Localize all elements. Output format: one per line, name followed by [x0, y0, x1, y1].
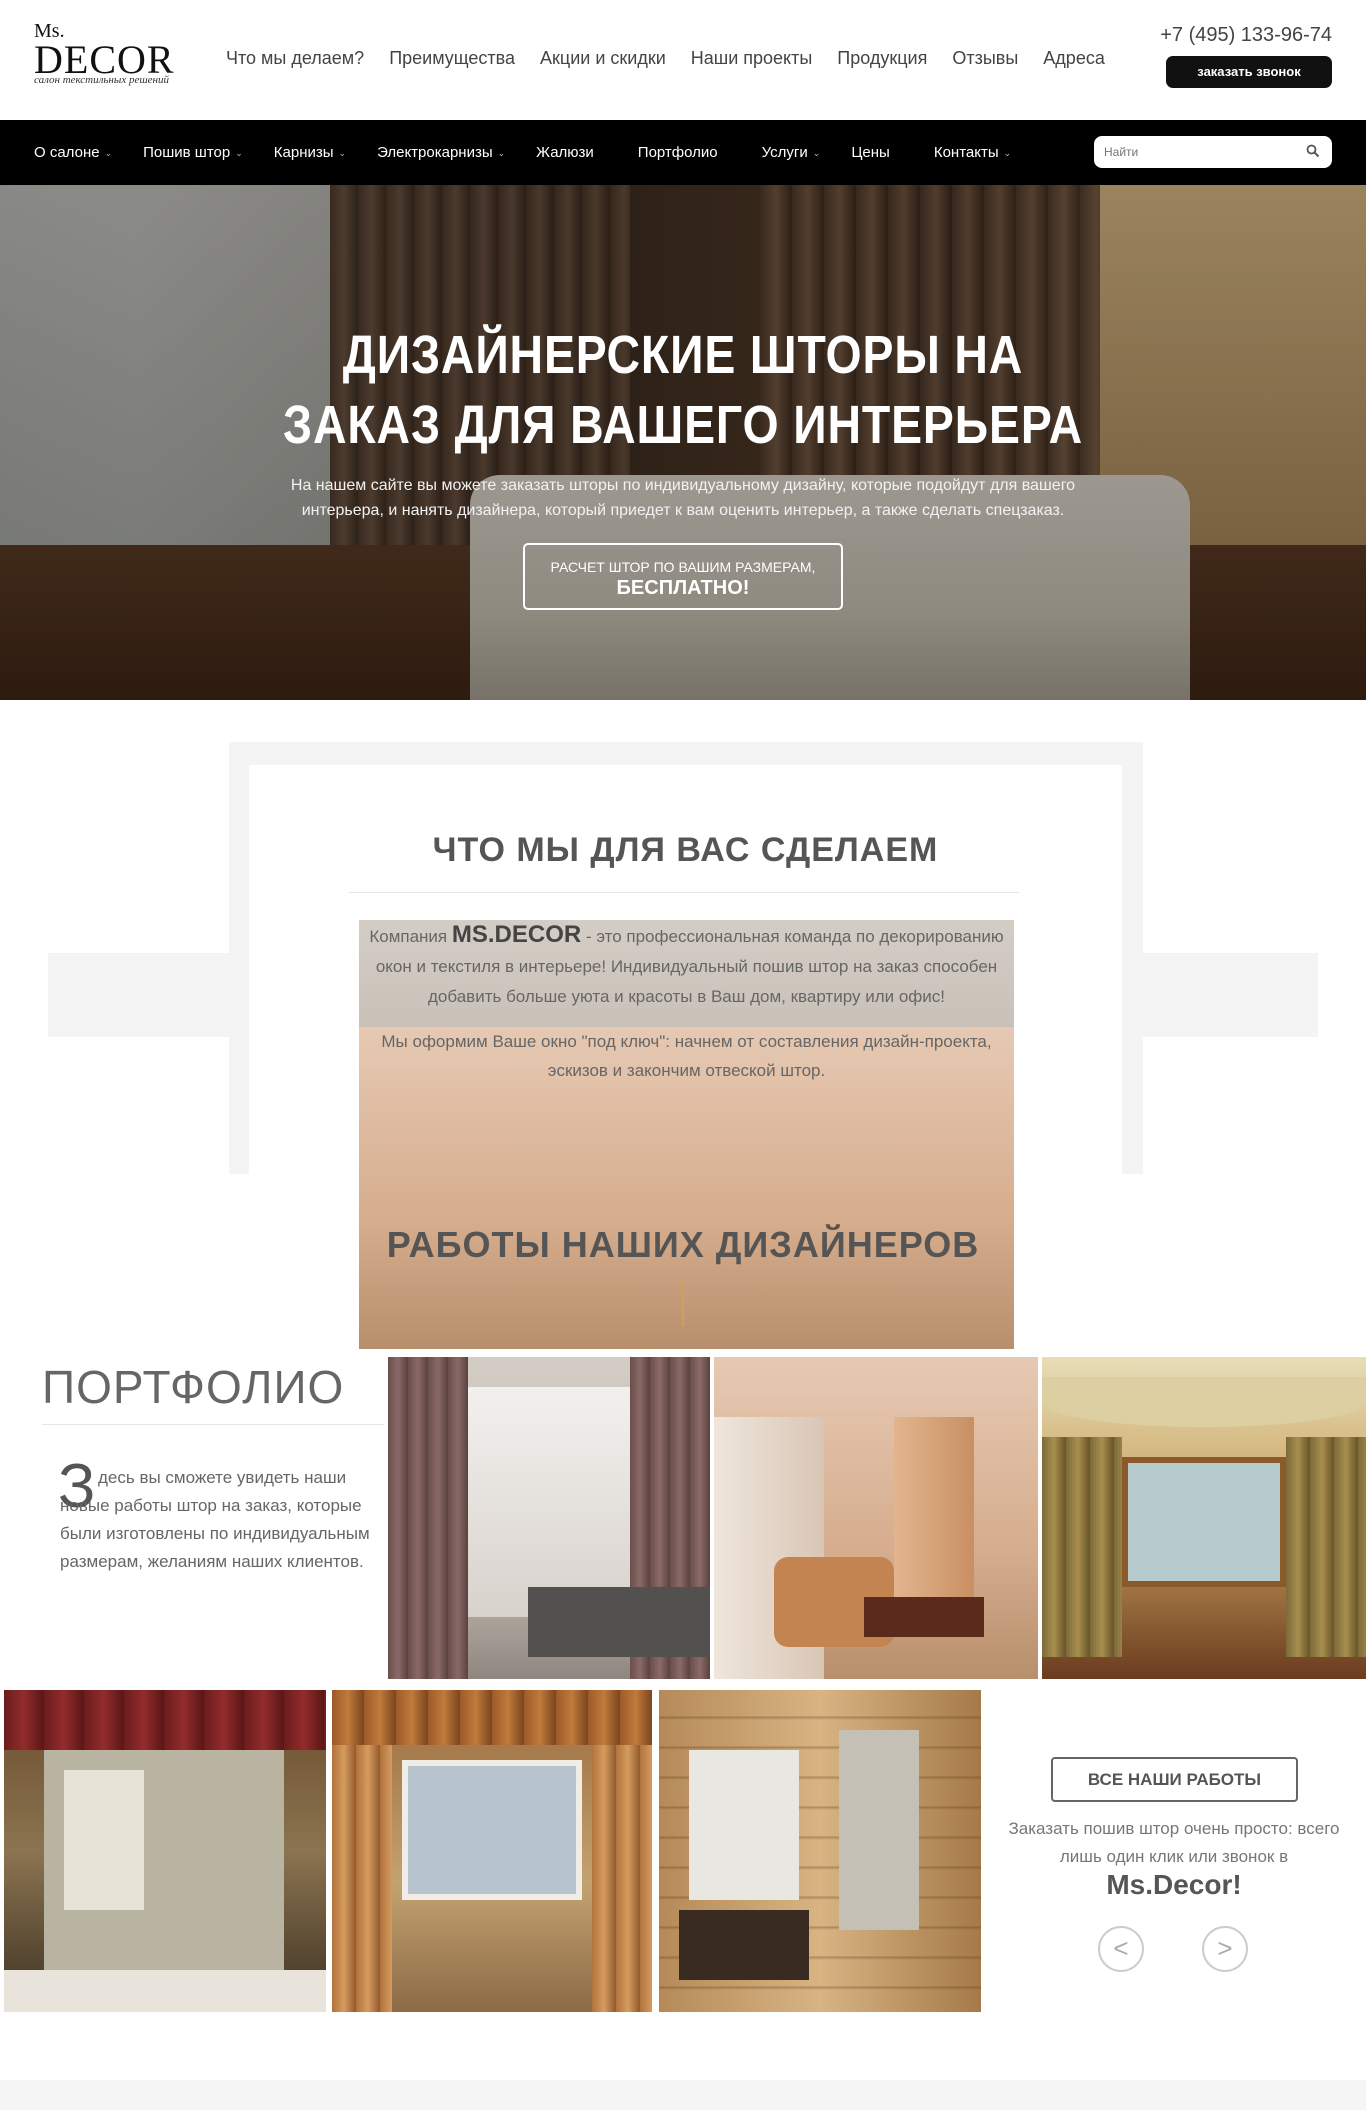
turnkey-description: Мы оформим Ваше окно "под ключ": начнем … [359, 1027, 1014, 1349]
top-nav-promos[interactable]: Акции и скидки [540, 48, 666, 69]
portfolio-title: ПОРТФОЛИО [42, 1361, 345, 1413]
search-input[interactable] [1104, 142, 1294, 162]
nav-item-contacts[interactable]: Контакты ⌄ [934, 144, 1011, 161]
hero-title-line1: ДИЗАЙНЕРСКИЕ ШТОРЫ НА [342, 325, 1024, 385]
nav-item-blinds[interactable]: Жалюзи [536, 144, 594, 161]
search-icon[interactable] [1306, 144, 1320, 158]
portfolio-photo[interactable] [714, 1357, 1038, 1679]
nav-item-prices[interactable]: Цены [851, 144, 890, 161]
chevron-down-icon: ⌄ [1003, 147, 1012, 158]
chevron-down-icon: ⌄ [235, 147, 243, 158]
nav-item-label: Пошив штор [143, 144, 231, 161]
phone-number[interactable]: +7 (495) 133-96-74 [1160, 24, 1332, 47]
call-request-button[interactable]: заказать звонок [1166, 56, 1332, 88]
order-text: Заказать пошив штор очень просто: всего … [1008, 1819, 1340, 1866]
nav-item-label: Портфолио [637, 144, 718, 161]
cta-line1: РАСЧЕТ ШТОР ПО ВАШИМ РАЗМЕРАМ, [550, 559, 816, 575]
free-calculation-button[interactable]: РАСЧЕТ ШТОР ПО ВАШИМ РАЗМЕРАМ, БЕСПЛАТНО… [523, 543, 843, 610]
desc-prefix: Компания [369, 927, 452, 946]
chevron-down-icon: ⌄ [338, 147, 347, 158]
search-box [1094, 136, 1332, 168]
hero-title-line2: ЗАКАЗ ДЛЯ ВАШЕГО ИНТЕРЬЕРА [283, 395, 1083, 455]
top-nav-reviews[interactable]: Отзывы [952, 48, 1018, 69]
works-title: РАБОТЫ НАШИХ ДИЗАЙНЕРОВ [386, 1224, 980, 1265]
nav-item-label: Контакты [933, 144, 999, 161]
nav-item-label: Электрокарнизы [377, 144, 493, 161]
nav-item-label: Карнизы [273, 144, 334, 161]
nav-item-cornices[interactable]: Карнизы ⌄ [274, 144, 346, 161]
logo[interactable]: Ms. DECOR салон текстильных решений [34, 20, 194, 90]
nav-item-label: О салоне [34, 144, 100, 161]
portfolio-description: десь вы сможете увидеть наши новые работ… [60, 1468, 370, 1571]
what-we-do-card: ЧТО МЫ ДЛЯ ВАС СДЕЛАЕМ Компания MS.DECOR… [249, 765, 1122, 1349]
accent-line [682, 1282, 684, 1326]
hero-title: ДИЗАЙНЕРСКИЕ ШТОРЫ НА ЗАКАЗ ДЛЯ ВАШЕГО ИН… [96, 320, 1271, 460]
divider [349, 892, 1019, 893]
top-header: Ms. DECOR салон текстильных решений Что … [0, 0, 1366, 120]
nav-item-electric-cornices[interactable]: Электрокарнизы ⌄ [377, 144, 505, 161]
nav-item-sewing[interactable]: Пошив штор ⌄ [143, 144, 243, 161]
top-nav-products[interactable]: Продукция [837, 48, 927, 69]
nav-item-about[interactable]: О салоне ⌄ [34, 144, 112, 161]
cta-line2: БЕСПЛАТНО! [616, 577, 750, 599]
portfolio-photo[interactable] [659, 1690, 981, 2012]
hero-banner: ДИЗАЙНЕРСКИЕ ШТОРЫ НА ЗАКАЗ ДЛЯ ВАШЕГО ИН… [0, 185, 1366, 700]
portfolio-photo[interactable] [1042, 1357, 1366, 1679]
top-nav: Что мы делаем? Преимущества Акции и скид… [226, 48, 1130, 69]
divider [42, 1424, 384, 1425]
nav-item-label: Услуги [761, 144, 808, 161]
nav-item-services[interactable]: Услуги ⌄ [762, 144, 821, 161]
portfolio-photo[interactable] [388, 1357, 710, 1679]
decor-band [48, 953, 230, 1037]
top-nav-advantages[interactable]: Преимущества [389, 48, 515, 69]
brand-name: Ms.Decor! [1106, 1869, 1242, 1900]
portfolio-photo[interactable] [4, 1690, 326, 2012]
next-arrow-icon[interactable]: > [1202, 1926, 1248, 1972]
top-nav-what[interactable]: Что мы делаем? [226, 48, 364, 69]
decor-band [1136, 953, 1318, 1037]
top-nav-addresses[interactable]: Адреса [1043, 48, 1105, 69]
logo-tagline: салон текстильных решений [34, 74, 169, 86]
nav-item-label: Цены [851, 144, 890, 161]
footer-strip [0, 2080, 1366, 2110]
nav-item-portfolio[interactable]: Портфолио [638, 144, 718, 161]
chevron-down-icon: ⌄ [104, 147, 113, 158]
section-title: ЧТО МЫ ДЛЯ ВАС СДЕЛАЕМ [432, 831, 939, 869]
nav-item-label: Жалюзи [536, 144, 594, 161]
top-nav-projects[interactable]: Наши проекты [691, 48, 813, 69]
portfolio-photo[interactable] [332, 1690, 652, 2012]
chevron-down-icon: ⌄ [497, 147, 506, 158]
all-works-button[interactable]: ВСЕ НАШИ РАБОТЫ [1051, 1757, 1298, 1802]
prev-arrow-icon[interactable]: < [1098, 1926, 1144, 1972]
brand-name: MS.DECOR [451, 921, 582, 948]
hero-subtitle: На нашем сайте вы можете заказать шторы … [290, 477, 1076, 519]
chevron-down-icon: ⌄ [812, 147, 821, 158]
